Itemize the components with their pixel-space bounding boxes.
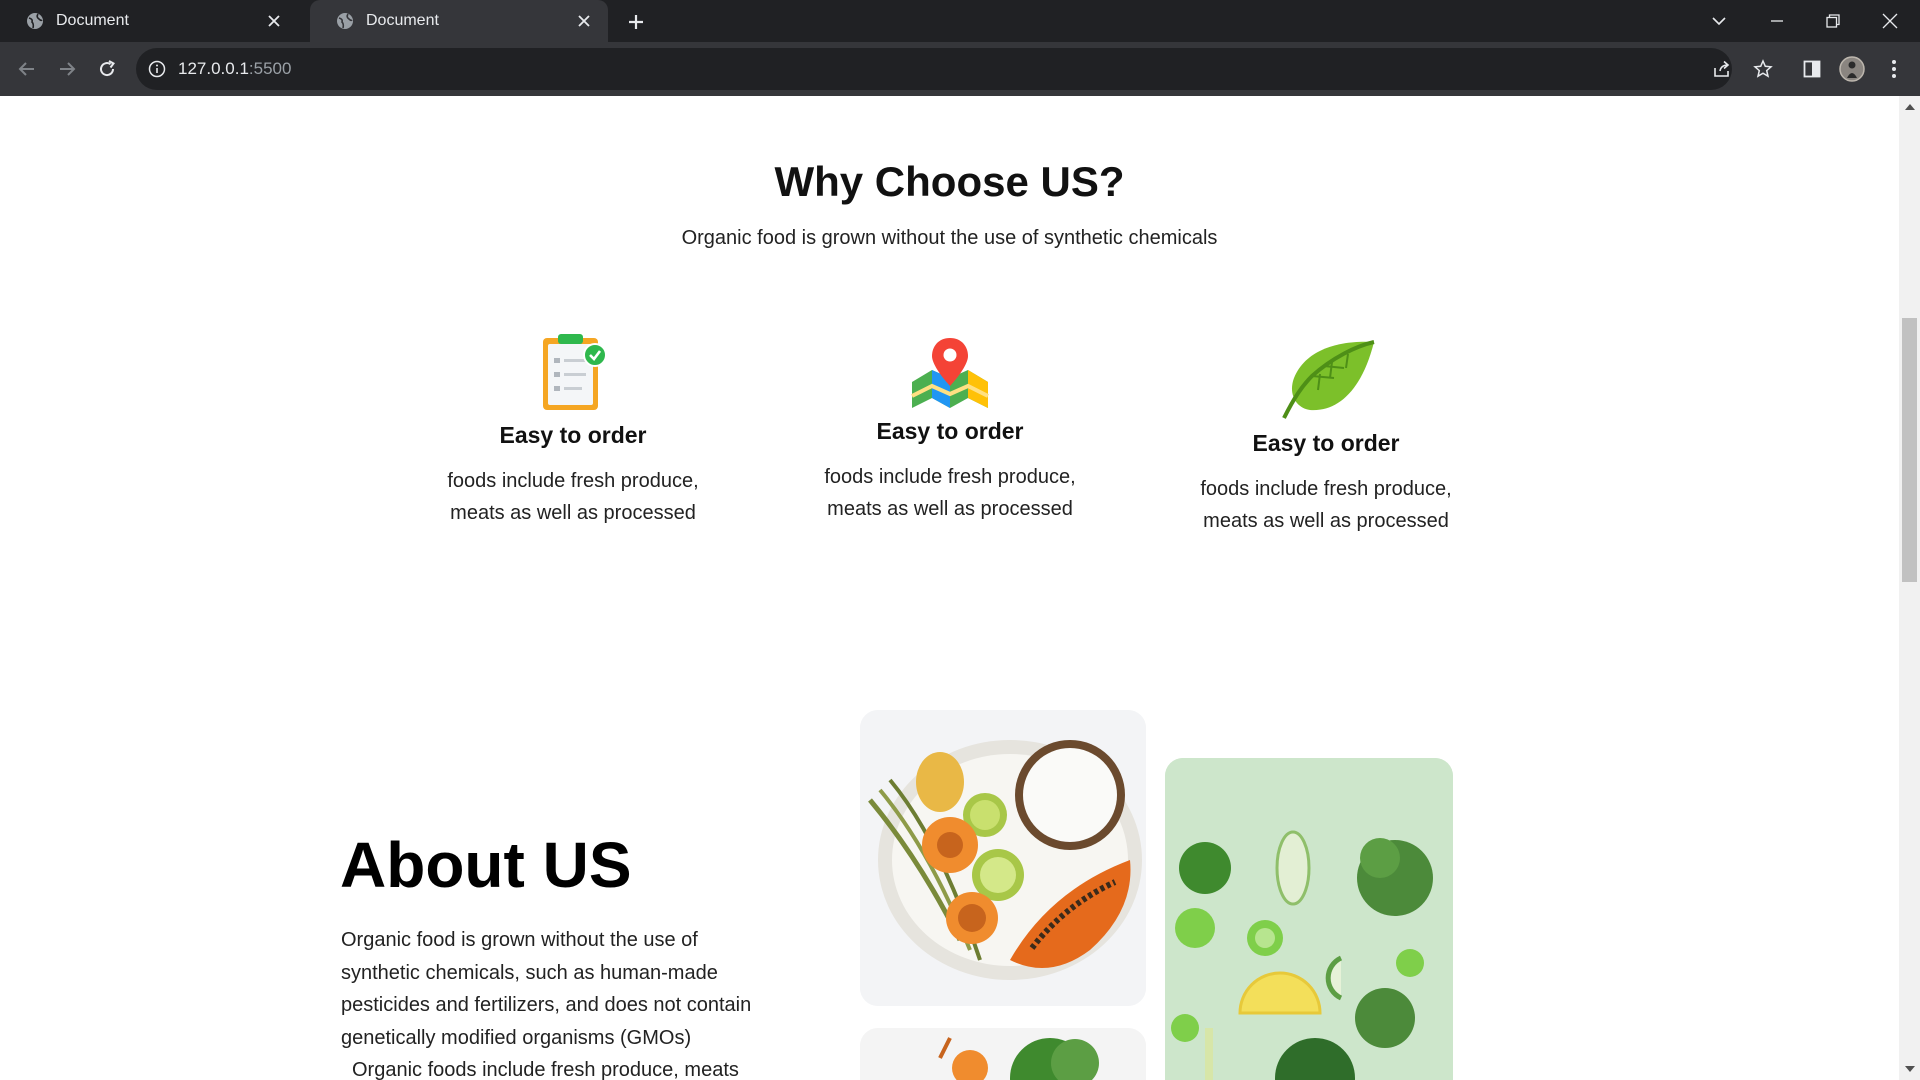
share-button[interactable] — [1707, 54, 1737, 84]
scroll-up-button[interactable] — [1899, 98, 1920, 116]
feature-title: Easy to order — [499, 422, 647, 448]
browser-menu-button[interactable] — [1879, 54, 1909, 84]
feature-card-2: Easy to order foods include fresh produc… — [800, 336, 1100, 525]
about-title: About US — [340, 829, 632, 901]
caret-up-icon — [1904, 104, 1915, 110]
scrollbar-thumb[interactable] — [1902, 318, 1917, 582]
share-icon — [1714, 60, 1730, 77]
feature-title: Easy to order — [1252, 430, 1400, 456]
more-vertical-icon — [1892, 60, 1896, 78]
reload-button[interactable] — [92, 54, 122, 84]
fruit-plate-image — [860, 710, 1146, 1006]
feature-text: foods include fresh produce, meats as wel… — [1200, 478, 1452, 532]
feature-text: foods include fresh produce, meats as wel… — [824, 466, 1076, 520]
side-panel-button[interactable] — [1797, 54, 1827, 84]
scroll-down-button[interactable] — [1899, 1060, 1920, 1078]
globe-icon — [26, 12, 44, 30]
about-paragraph: Organic food is grown without the use of… — [341, 929, 752, 1080]
tab-title: Document — [56, 12, 129, 29]
browser-tab-strip: Document Document — [0, 0, 1920, 42]
restore-button[interactable] — [1818, 6, 1848, 36]
reload-icon — [100, 60, 115, 77]
avatar — [1839, 56, 1865, 82]
profile-button[interactable] — [1837, 54, 1867, 84]
browser-tab-1[interactable]: Document — [0, 0, 298, 42]
arrow-left-icon — [18, 62, 34, 76]
page-viewport: Why Choose US? Organic food is grown wit… — [0, 96, 1899, 1080]
clipboard-check-icon — [543, 334, 607, 410]
close-window-button[interactable] — [1875, 6, 1905, 36]
browser-tab-2[interactable]: Document — [310, 0, 608, 42]
close-tab-icon[interactable] — [264, 11, 284, 31]
produce-image — [860, 1028, 1146, 1080]
bookmark-button[interactable] — [1748, 54, 1778, 84]
green-vegetables-image — [1165, 758, 1453, 1080]
why-choose-title: Why Choose US? — [774, 158, 1125, 205]
feature-title: Easy to order — [876, 418, 1024, 444]
page-scrollbar[interactable] — [1899, 96, 1920, 1080]
url-text: 127.0.0.1:5500 — [178, 59, 292, 78]
star-icon — [1753, 59, 1773, 78]
minimize-icon — [1771, 20, 1783, 22]
close-tab-icon[interactable] — [574, 11, 594, 31]
leaf-icon — [1282, 340, 1375, 419]
feature-card-3: Easy to order foods include fresh produc… — [1176, 338, 1476, 537]
info-icon[interactable] — [148, 60, 166, 78]
arrow-right-icon — [60, 62, 76, 76]
feature-card-1: Easy to order foods include fresh produc… — [423, 332, 723, 529]
why-choose-subtitle: Organic food is grown without the use of… — [681, 227, 1218, 249]
caret-down-icon — [1904, 1066, 1915, 1072]
plus-icon — [629, 15, 643, 29]
new-tab-button[interactable] — [622, 8, 650, 36]
chevron-down-icon — [1712, 17, 1726, 26]
side-panel-icon — [1803, 60, 1821, 78]
address-bar[interactable]: 127.0.0.1:5500 — [136, 48, 1732, 90]
minimize-button[interactable] — [1762, 6, 1792, 36]
close-icon — [1882, 13, 1898, 29]
restore-icon — [1826, 14, 1840, 28]
tab-search-button[interactable] — [1704, 6, 1734, 36]
back-button[interactable] — [12, 54, 42, 84]
globe-icon — [336, 12, 354, 30]
forward-button[interactable] — [52, 54, 82, 84]
browser-toolbar: 127.0.0.1:5500 — [0, 42, 1920, 96]
tab-title: Document — [366, 12, 439, 29]
feature-text: foods include fresh produce, meats as wel… — [447, 470, 699, 524]
map-pin-icon — [911, 338, 989, 408]
